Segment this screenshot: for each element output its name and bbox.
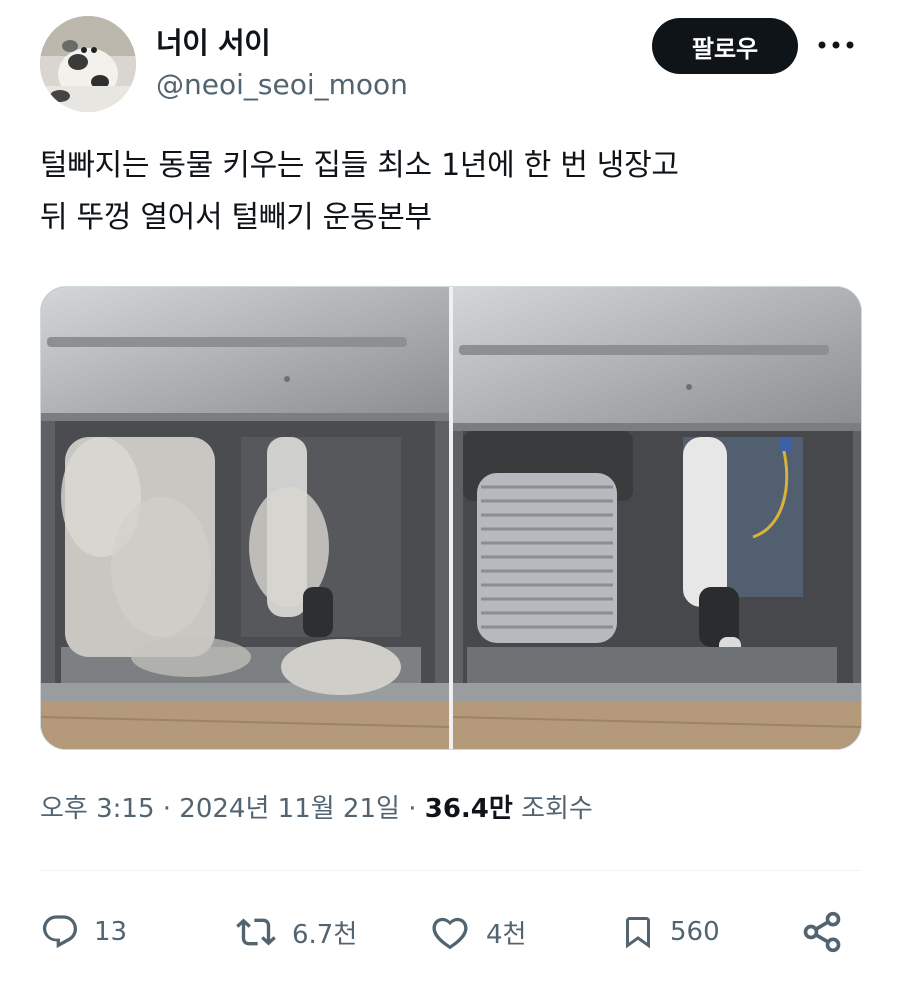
like-count: 4천 <box>486 919 527 950</box>
post-date[interactable]: 2024년 11월 21일 <box>179 794 400 824</box>
avatar[interactable] <box>40 16 136 112</box>
cat-avatar-icon <box>40 16 136 112</box>
tweet-text-line: 뒤 뚜껑 열어서 털빼기 운동본부 <box>40 200 432 235</box>
tweet-media <box>40 286 862 750</box>
more-options-button[interactable] <box>812 30 860 60</box>
photo-clean-fridge[interactable] <box>453 287 861 749</box>
bookmark-count: 560 <box>670 917 720 947</box>
display-name[interactable]: 너이 서이 <box>156 20 271 62</box>
views-count: 36.4만 <box>424 794 513 824</box>
retweet-count: 6.7천 <box>292 919 358 950</box>
reply-count: 13 <box>94 917 128 947</box>
reply-button[interactable]: 13 <box>40 900 127 964</box>
retweet-icon <box>234 912 278 952</box>
divider <box>40 870 860 871</box>
follow-button[interactable]: 팔로우 <box>652 18 798 74</box>
meta-separator: · <box>162 794 172 824</box>
share-icon <box>800 910 844 954</box>
heart-icon <box>428 912 472 952</box>
tweet-text-line: 털빠지는 동물 키우는 집들 최소 1년에 한 번 냉장고 <box>40 148 679 183</box>
retweet-button[interactable]: 6.7천 <box>234 900 357 964</box>
meta-separator: · <box>408 794 417 824</box>
like-button[interactable]: 4천 <box>428 900 526 964</box>
bookmark-icon <box>620 912 656 952</box>
tweet-text: 털빠지는 동물 키우는 집들 최소 1년에 한 번 냉장고 뒤 뚜껑 열어서 털… <box>40 140 860 244</box>
action-bar: 13 6.7천 4천 560 <box>40 900 860 964</box>
reply-icon <box>40 912 80 952</box>
user-handle[interactable]: @neoi_seoi_moon <box>156 68 408 101</box>
refrigerator-back-clean-photo-icon <box>453 287 861 749</box>
share-button[interactable] <box>800 900 858 964</box>
views-label: 조회수 <box>521 794 593 824</box>
photo-dusty-fridge[interactable] <box>41 287 449 749</box>
tweet-header: 너이 서이 @neoi_seoi_moon 팔로우 <box>0 0 900 130</box>
ellipsis-icon <box>818 41 854 49</box>
bookmark-button[interactable]: 560 <box>620 900 720 964</box>
refrigerator-back-dusty-photo-icon <box>41 287 449 749</box>
post-time[interactable]: 오후 3:15 <box>40 794 155 824</box>
tweet-meta: 오후 3:15 · 2024년 11월 21일 · 36.4만 조회수 <box>40 788 593 825</box>
